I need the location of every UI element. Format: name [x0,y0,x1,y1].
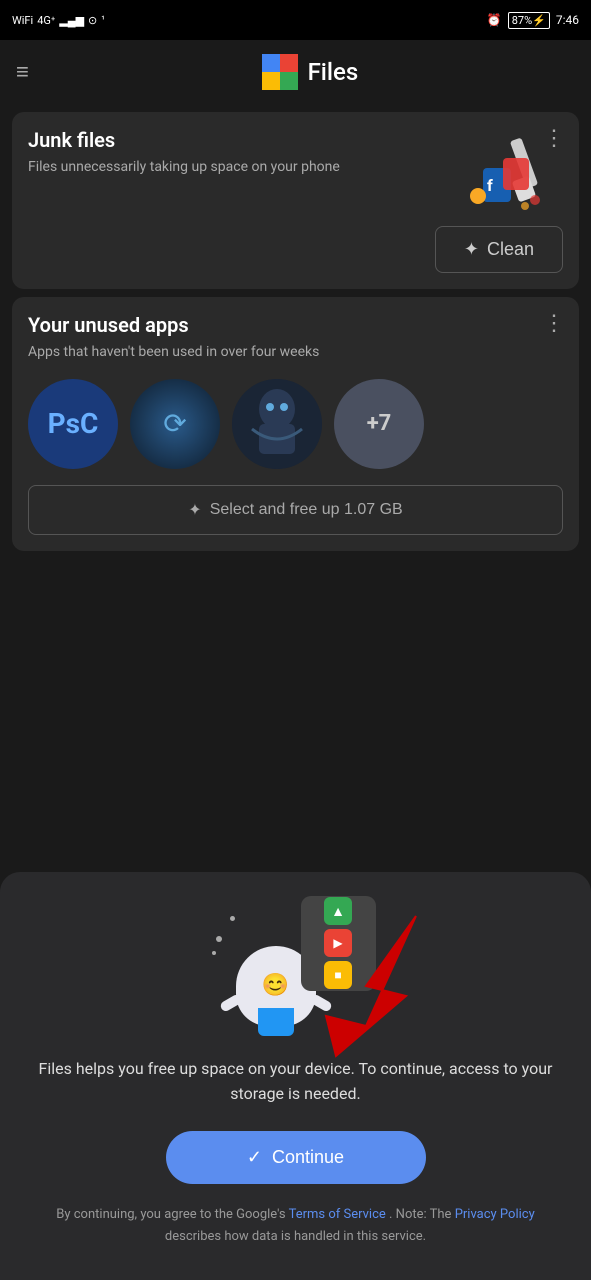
location-icon: ⊙ [88,14,97,27]
status-bar: WiFi 4G⁺ ▂▄▆ ⊙ ¹ ⏰ 87%⚡ 7:46 [0,0,591,40]
signal-4g-icon: 4G⁺ [37,14,55,27]
sparkle-dot-3 [212,951,216,955]
terms-text: By continuing, you agree to the Google's… [32,1204,559,1248]
red-arrow-annotation [276,906,436,1066]
battery-icon: 87%⚡ [508,12,550,29]
time-display: 7:46 [556,13,579,27]
app-title: Files [308,58,359,86]
menu-icon[interactable]: ≡ [16,59,29,85]
unused-apps-subtitle: Apps that haven't been used in over four… [28,343,563,363]
junk-files-card: Junk files Files unnecessarily taking up… [12,112,579,289]
clean-button[interactable]: ✦ Clean [435,226,563,273]
notification-badge: ¹ [101,15,105,26]
continue-button[interactable]: ✓ Continue [166,1131,426,1184]
svg-text:f: f [487,176,493,195]
app-icon-more[interactable]: +7 [334,379,424,469]
sparkle-dot-2 [230,916,235,921]
sparkle-icon: ✦ [464,239,479,260]
modal-illustration: 😊 ▲ ▶ ■ [206,896,386,1036]
sparkle-icon-2: ✦ [188,500,201,520]
sparkle-dot-1 [216,936,222,942]
signal-bars-icon: ▂▄▆ [59,14,84,27]
status-left: WiFi 4G⁺ ▂▄▆ ⊙ ¹ [12,14,105,27]
unused-apps-title: Your unused apps [28,313,563,337]
permission-modal: 😊 ▲ ▶ ■ Files helps you free up space on… [0,872,591,1280]
junk-card-title: Junk files [28,128,463,152]
app-icon-photoshop[interactable]: PsC [28,379,118,469]
app-icons-row: PsC ⟳ +7 [28,379,563,469]
checkmark-icon: ✓ [247,1147,262,1168]
terms-of-service-link[interactable]: Terms of Service [289,1207,386,1222]
privacy-policy-link[interactable]: Privacy Policy [455,1207,535,1222]
unused-apps-card: ⋮ Your unused apps Apps that haven't bee… [12,297,579,551]
junk-text-area: Junk files Files unnecessarily taking up… [28,128,463,194]
app-icon-steam[interactable]: ⟳ [130,379,220,469]
alarm-icon: ⏰ [487,13,502,27]
wifi-icon: WiFi [12,14,33,27]
unused-apps-menu-icon[interactable]: ⋮ [543,311,565,336]
status-right: ⏰ 87%⚡ 7:46 [487,12,579,29]
junk-card-menu-icon[interactable]: ⋮ [543,126,565,151]
app-bar: ≡ Files [0,40,591,104]
junk-card-subtitle: Files unnecessarily taking up space on y… [28,158,463,178]
files-logo-icon [262,54,298,90]
app-title-area: Files [262,54,359,90]
select-free-button[interactable]: ✦ Select and free up 1.07 GB [28,485,563,535]
app-icon-game[interactable] [232,379,322,469]
game-icon-svg [232,379,322,469]
